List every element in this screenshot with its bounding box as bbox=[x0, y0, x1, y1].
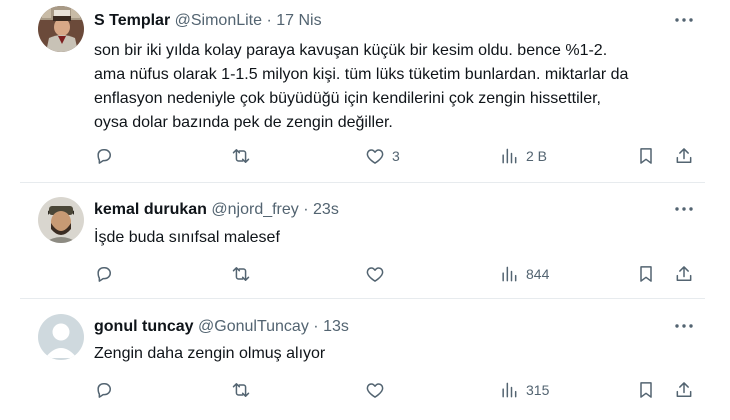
author-handle[interactable]: @GonulTuncay bbox=[198, 318, 309, 335]
tweet-header: S Templar @SimonLite · 17 Nis bbox=[94, 12, 322, 30]
avatar[interactable] bbox=[38, 6, 84, 52]
bookmark-icon bbox=[640, 382, 652, 398]
action-bar: 3 2 B bbox=[94, 145, 698, 167]
more-icon[interactable] bbox=[674, 201, 694, 217]
author-handle[interactable]: @njord_frey bbox=[211, 201, 298, 218]
share-button[interactable] bbox=[674, 263, 694, 285]
tweet-text-line: enflasyon nedeniyle çok büyüdüğü için ke… bbox=[94, 90, 601, 107]
views-button[interactable]: 315 bbox=[499, 379, 549, 401]
heart-icon bbox=[366, 267, 384, 282]
more-icon[interactable] bbox=[674, 12, 694, 28]
avatar[interactable] bbox=[38, 197, 84, 243]
reply-button[interactable] bbox=[94, 145, 114, 167]
tweet-text-line: Zengin daha zengin olmuş alıyor bbox=[94, 345, 326, 362]
separator: · bbox=[266, 12, 272, 29]
tweet[interactable]: kemal durukan @njord_frey · 23s İşde bud… bbox=[0, 183, 705, 298]
reply-button[interactable] bbox=[94, 379, 114, 401]
author-name[interactable]: kemal durukan bbox=[94, 201, 207, 218]
views-icon bbox=[502, 382, 517, 398]
share-icon bbox=[676, 266, 692, 281]
heart-icon bbox=[366, 149, 384, 164]
reply-button[interactable] bbox=[94, 263, 114, 285]
tweet[interactable]: gonul tuncay @GonulTuncay · 13s Zengin d… bbox=[0, 299, 705, 420]
share-button[interactable] bbox=[674, 379, 694, 401]
tweet-header: kemal durukan @njord_frey · 23s bbox=[94, 201, 339, 219]
views-icon bbox=[502, 148, 517, 164]
action-bar: 844 bbox=[94, 263, 698, 285]
share-button[interactable] bbox=[674, 145, 694, 167]
timestamp[interactable]: 13s bbox=[323, 318, 349, 335]
bookmark-button[interactable] bbox=[636, 145, 656, 167]
views-icon bbox=[502, 266, 517, 282]
tweet-header: gonul tuncay @GonulTuncay · 13s bbox=[94, 318, 349, 336]
avatar[interactable] bbox=[38, 314, 84, 360]
retweet-icon bbox=[232, 267, 250, 281]
retweet-button[interactable] bbox=[231, 145, 251, 167]
separator: · bbox=[313, 318, 319, 335]
share-icon bbox=[676, 382, 692, 397]
tweet-text: İşde buda sınıfsal malesef bbox=[94, 226, 280, 250]
author-handle[interactable]: @SimonLite bbox=[175, 12, 262, 29]
author-name[interactable]: gonul tuncay bbox=[94, 318, 194, 335]
views-button[interactable]: 2 B bbox=[499, 145, 547, 167]
tweet-text-line: oysa dolar bazında pek de zengin değille… bbox=[94, 114, 393, 131]
timestamp[interactable]: 17 Nis bbox=[276, 12, 321, 29]
like-button[interactable] bbox=[365, 379, 385, 401]
more-icon[interactable] bbox=[674, 318, 694, 334]
tweet-text: son bir iki yılda kolay paraya kavuşan k… bbox=[94, 39, 628, 135]
view-count: 2 B bbox=[526, 148, 548, 164]
timestamp[interactable]: 23s bbox=[313, 201, 339, 218]
heart-icon bbox=[366, 383, 384, 398]
tweet-text-line: ama nüfus olarak 1-1.5 milyon kişi. tüm … bbox=[94, 66, 629, 83]
retweet-button[interactable] bbox=[231, 263, 251, 285]
reply-icon bbox=[97, 267, 111, 282]
tweet-text-line: İşde buda sınıfsal malesef bbox=[94, 229, 280, 246]
like-button[interactable] bbox=[365, 263, 385, 285]
separator: · bbox=[303, 201, 309, 218]
tweet-text-line: son bir iki yılda kolay paraya kavuşan k… bbox=[94, 42, 608, 59]
views-button[interactable]: 844 bbox=[499, 263, 549, 285]
bookmark-button[interactable] bbox=[636, 379, 656, 401]
view-count: 315 bbox=[526, 382, 550, 398]
retweet-button[interactable] bbox=[231, 379, 251, 401]
like-count: 3 bbox=[392, 148, 400, 164]
view-count: 844 bbox=[526, 266, 550, 282]
retweet-icon bbox=[232, 149, 250, 163]
reply-icon bbox=[97, 149, 111, 164]
like-button[interactable]: 3 bbox=[365, 145, 400, 167]
bookmark-icon bbox=[640, 148, 652, 164]
tweet-text: Zengin daha zengin olmuş alıyor bbox=[94, 342, 325, 366]
share-icon bbox=[676, 148, 692, 163]
reply-icon bbox=[97, 383, 111, 398]
author-name[interactable]: S Templar bbox=[94, 12, 170, 29]
retweet-icon bbox=[232, 383, 250, 397]
bookmark-button[interactable] bbox=[636, 263, 656, 285]
tweet[interactable]: S Templar @SimonLite · 17 Nis son bir ik… bbox=[0, 0, 705, 182]
bookmark-icon bbox=[640, 266, 652, 282]
action-bar: 315 bbox=[94, 379, 698, 401]
